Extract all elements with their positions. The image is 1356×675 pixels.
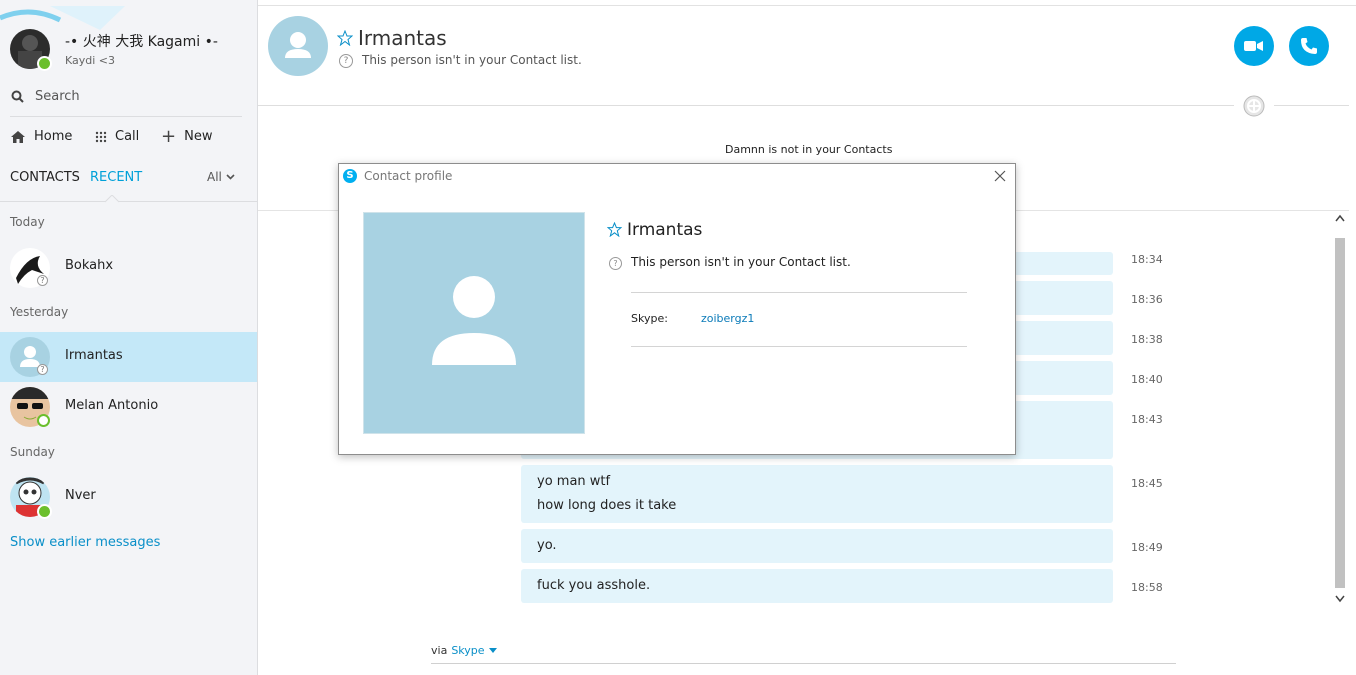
message-bubble[interactable]: yo man wtf how long does it take — [521, 465, 1113, 523]
chevron-down-icon — [226, 174, 235, 180]
online-outline-status-icon — [37, 414, 50, 427]
message-time: 18:38 — [1131, 333, 1163, 346]
message-time: 18:43 — [1131, 413, 1163, 426]
message-time: 18:40 — [1131, 373, 1163, 386]
not-in-contacts-notice: Damnn is not in your Contacts — [725, 143, 893, 156]
via-label: via — [431, 644, 448, 657]
audio-call-button[interactable] — [1289, 26, 1329, 66]
tab-contacts[interactable]: CONTACTS — [10, 170, 80, 185]
filter-label: All — [207, 170, 222, 184]
scroll-up-arrow-icon[interactable] — [1335, 214, 1345, 224]
header-divider-right — [1274, 105, 1349, 106]
message-time: 18:58 — [1131, 581, 1163, 594]
unknown-status-icon: ? — [37, 275, 48, 286]
dialog-title: Contact profile — [364, 169, 453, 183]
favorite-star-icon[interactable] — [337, 30, 353, 46]
globe-icon[interactable] — [1243, 95, 1265, 117]
profile-divider — [631, 346, 967, 347]
scrollbar-thumb[interactable] — [1335, 238, 1345, 588]
my-status-online-icon — [37, 56, 52, 71]
skype-id-label: Skype: — [631, 312, 668, 325]
show-earlier-messages-link[interactable]: Show earlier messages — [10, 535, 160, 550]
message-text: fuck you asshole. — [537, 578, 651, 593]
new-label: New — [184, 129, 213, 144]
scroll-down-arrow-icon[interactable] — [1335, 593, 1345, 603]
call-button[interactable]: Call — [95, 129, 139, 144]
my-mood-message[interactable]: Kaydi <3 — [65, 54, 115, 67]
dialpad-icon — [95, 131, 107, 142]
tabs-divider — [0, 201, 257, 202]
phone-icon — [1301, 38, 1317, 54]
skype-id-value[interactable]: zoibergz1 — [701, 312, 754, 325]
profile-divider — [631, 292, 967, 293]
compose-divider — [431, 663, 1176, 664]
message-bubble[interactable]: fuck you asshole. — [521, 569, 1113, 603]
section-sunday: Sunday — [10, 445, 55, 459]
home-button[interactable]: Home — [10, 129, 72, 144]
call-label: Call — [115, 129, 140, 144]
search-placeholder: Search — [35, 89, 80, 104]
plus-icon: + — [161, 125, 177, 147]
section-today: Today — [10, 215, 45, 229]
filter-dropdown[interactable]: All — [207, 170, 235, 184]
question-icon: ? — [339, 54, 353, 68]
conversation-title: Irmantas — [358, 26, 447, 50]
contact-row-nver[interactable]: Nver — [0, 472, 257, 522]
contact-name: Bokahx — [65, 258, 114, 273]
video-call-button[interactable] — [1234, 26, 1274, 66]
contact-profile-dialog: S Contact profile Irmantas ? This person… — [338, 163, 1016, 455]
contact-row-melan-antonio[interactable]: Melan Antonio — [0, 382, 257, 432]
chat-scrollbar[interactable] — [1333, 214, 1347, 605]
message-text: yo man wtf — [537, 474, 611, 489]
search-icon — [11, 90, 24, 103]
my-display-name[interactable]: -• 火神 大我 Kagami •- — [65, 31, 218, 51]
header-divider — [258, 105, 1234, 106]
search-box[interactable]: Search — [10, 86, 242, 117]
conversation-subtitle: This person isn't in your Contact list. — [362, 53, 582, 67]
section-yesterday: Yesterday — [10, 305, 69, 319]
tab-indicator — [105, 195, 119, 203]
home-label: Home — [34, 129, 73, 144]
video-camera-icon — [1244, 41, 1263, 51]
profile-picture — [363, 212, 585, 434]
contact-row-bokahx[interactable]: ? Bokahx — [0, 242, 257, 292]
message-time: 18:49 — [1131, 541, 1163, 554]
question-icon: ? — [609, 257, 622, 270]
chevron-down-icon — [488, 648, 497, 653]
profile-status: This person isn't in your Contact list. — [631, 255, 851, 269]
sidebar: -• 火神 大我 Kagami •- Kaydi <3 Search Home … — [0, 0, 258, 675]
message-bubble[interactable]: yo. — [521, 529, 1113, 563]
favorite-star-icon[interactable] — [607, 222, 622, 237]
contact-name: Nver — [65, 488, 96, 503]
message-text: yo. — [537, 538, 557, 553]
via-service: Skype — [451, 644, 485, 657]
send-via-selector[interactable]: via Skype — [431, 644, 497, 657]
unknown-status-icon: ? — [37, 364, 48, 375]
tab-recent[interactable]: RECENT — [90, 170, 142, 185]
message-time: 18:45 — [1131, 477, 1163, 490]
contact-name: Melan Antonio — [65, 398, 159, 413]
profile-name: Irmantas — [627, 220, 703, 240]
home-icon — [11, 130, 25, 143]
message-time: 18:36 — [1131, 293, 1163, 306]
new-button[interactable]: + New — [161, 125, 213, 147]
conversation-avatar[interactable] — [268, 16, 328, 76]
skype-logo-icon: S — [343, 169, 357, 183]
online-status-icon — [37, 504, 52, 519]
message-time: 18:34 — [1131, 253, 1163, 266]
contact-name: Irmantas — [65, 348, 123, 363]
message-text: how long does it take — [537, 498, 677, 513]
close-icon[interactable] — [994, 170, 1006, 182]
contact-row-irmantas[interactable]: ? Irmantas — [0, 332, 257, 382]
